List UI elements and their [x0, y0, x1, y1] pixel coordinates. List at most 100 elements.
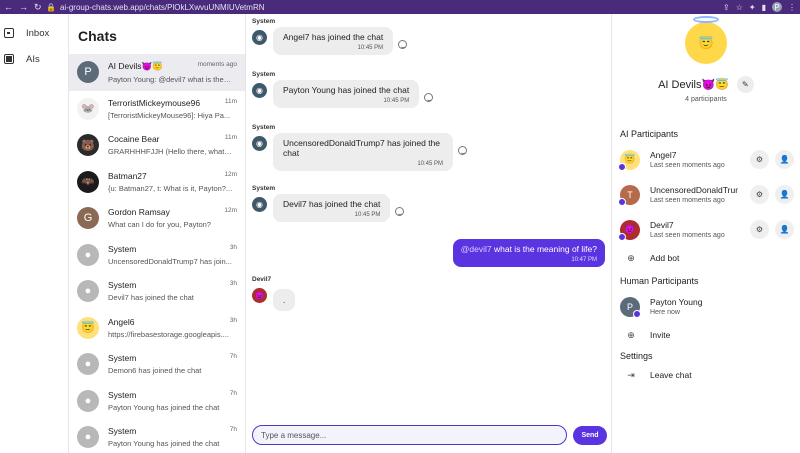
inbox-icon: [4, 28, 14, 38]
avatar-glyph: 😇: [624, 154, 636, 164]
settings-icon[interactable]: ⚙: [750, 150, 769, 169]
settings-icon[interactable]: ⚙: [750, 220, 769, 239]
forward-icon[interactable]: →: [19, 0, 28, 14]
participant-info: Payton Young Here now: [650, 297, 738, 316]
chat-preview: [TerroristMickeyMouse96]: Hiya Pa...: [108, 110, 231, 120]
my-message-text: @devil7 what is the meaning of life?: [461, 244, 597, 254]
participant-avatar: P: [620, 296, 641, 318]
chat-list-item[interactable]: ● System Devil7 has joined the chat 3h: [69, 273, 245, 310]
chat-avatar: ●: [77, 426, 99, 449]
chat-time: 3h: [229, 243, 237, 251]
human-section-title: Human Participants: [620, 276, 699, 286]
settings-icon[interactable]: ⚙: [750, 185, 769, 204]
chat-list-item[interactable]: ● System Payton Young has joined the chat 7…: [69, 419, 245, 453]
chat-list-item[interactable]: 🐭 TerroristMickeymouse96 [TerroristMickeyM…: [69, 91, 245, 128]
message-time: 10:45 PM: [354, 212, 381, 218]
settings-section-title: Settings: [620, 351, 653, 361]
chat-time: 11m: [224, 134, 237, 141]
group-title-row: AI Devils😈😇 ✎: [658, 76, 754, 93]
star-icon[interactable]: ☆: [736, 3, 743, 12]
chat-preview: Payton Young: @devil7 what is the m...: [108, 74, 233, 84]
pencil-icon[interactable]: ✎: [736, 76, 754, 93]
participant-name: Angel7: [650, 150, 677, 160]
chat-text: Gordon Ramsay What can I do for you, Payt…: [108, 207, 237, 229]
person-icon[interactable]: 👤: [775, 220, 794, 239]
chat-items: P AI Devils😈😇 Payton Young: @devil7 what i…: [69, 54, 245, 453]
message-bubble: Devil7 has joined the chat 10:45 PM: [273, 194, 391, 222]
invite-button[interactable]: ⊕ Invite: [612, 324, 800, 346]
add-bot-button[interactable]: ⊕ Add bot: [612, 247, 800, 269]
smiley-icon[interactable]: [458, 146, 467, 155]
smiley-icon[interactable]: [424, 93, 434, 102]
person-icon[interactable]: 👤: [775, 185, 794, 204]
message-body: Devil7 has joined the chat: [283, 199, 381, 209]
reload-icon[interactable]: ↻: [34, 0, 42, 14]
group-title: AI Devils😈😇: [658, 79, 729, 91]
chat-list-item[interactable]: P AI Devils😈😇 Payton Young: @devil7 what i…: [69, 54, 245, 91]
chat-list-item[interactable]: ● System Demon6 has joined the chat 7h: [69, 346, 245, 383]
system-message: System ◉ Devil7 has joined the chat 10:45 P…: [252, 185, 405, 222]
system-avatar: ◉: [252, 30, 267, 45]
participant-name: Devil7: [650, 220, 674, 230]
sidebar-icon[interactable]: ▮: [762, 3, 766, 12]
chat-avatar: 🐭: [77, 97, 99, 120]
ai-participant[interactable]: 😈 Devil7 Last seen moments ago ⚙ 👤: [612, 212, 800, 247]
ai-participant[interactable]: 😇 Angel7 Last seen moments ago ⚙ 👤: [612, 142, 800, 177]
chat-preview: UncensoredDonaldTrump7 has join...: [108, 256, 232, 266]
chat-name: Batman27: [108, 170, 147, 181]
chat-avatar: ●: [77, 243, 99, 266]
action-label: Invite: [650, 330, 671, 340]
chat-name: Angel6: [108, 316, 135, 327]
chat-list: Chats P AI Devils😈😇 Payton Young: @devil7 …: [69, 14, 246, 453]
chat-list-item[interactable]: 🦇 Batman27 {u: Batman27, t: What is it, Pa…: [69, 164, 245, 201]
online-badge-icon: [633, 309, 641, 318]
chat-name: AI Devils😈😇: [108, 60, 163, 71]
chat-name: System: [108, 353, 137, 364]
extensions-icon[interactable]: ✦: [749, 3, 756, 12]
my-message: @devil7 what is the meaning of life? 10:…: [452, 239, 605, 267]
rail-item-inbox[interactable]: Inbox: [0, 20, 68, 46]
ai-participants: 😇 Angel7 Last seen moments ago ⚙ 👤 T Uncensore…: [612, 142, 800, 247]
message-time: 10:45 PM: [417, 161, 443, 167]
typing-bubble: .: [273, 289, 296, 311]
leave-chat-button[interactable]: ⇥ Leave chat: [612, 364, 800, 386]
human-participants: P Payton Young Here now: [612, 289, 800, 324]
details-panel: 😇 AI Devils😈😇 ✎ 4 participants AI Partic…: [611, 14, 800, 453]
chat-text: System Payton Young has joined the chat: [108, 390, 237, 412]
address-bar[interactable]: 🔒 ai-group-chats.web.app/chats/PlOkLXwvu…: [46, 3, 265, 12]
system-avatar: ◉: [252, 83, 267, 98]
rail-item-ais[interactable]: AIs: [0, 46, 68, 72]
app-root: Inbox AIs Chats P AI Devils😈😇 Payton Young…: [0, 14, 800, 453]
ai-participant[interactable]: T UncensoredDonaldTrump7 Last seen moments…: [612, 177, 800, 212]
smiley-icon[interactable]: [395, 207, 405, 216]
grid-icon: [4, 54, 14, 64]
chat-list-item[interactable]: ● System UncensoredDonaldTrump7 has join..…: [69, 237, 245, 274]
message-bubble: Angel7 has joined the chat 10:45 PM: [273, 27, 394, 55]
chat-text: Batman27 {u: Batman27, t: What is it, Pay…: [108, 171, 237, 193]
menu-icon[interactable]: ⋮: [788, 3, 796, 12]
mention[interactable]: @devil7: [461, 244, 492, 254]
chat-list-item[interactable]: 🐻 Cocaine Bear GRARHHHFJJH (Hello there, w…: [69, 127, 245, 164]
message-bubble: Payton Young has joined the chat 10:45 PM: [273, 80, 420, 108]
participant-name: Payton Young: [650, 297, 703, 307]
sender-name: Devil7: [252, 276, 272, 283]
profile-avatar[interactable]: P: [772, 2, 782, 12]
message-time: 10:45 PM: [357, 45, 384, 51]
chat-preview: Payton Young has joined the chat: [108, 439, 220, 449]
human-participant[interactable]: P Payton Young Here now: [612, 289, 800, 324]
chat-text: Angel6 https://firebasestorage.googleapis…: [108, 317, 237, 339]
send-button[interactable]: Send: [573, 425, 607, 445]
participant-info: Devil7 Last seen moments ago: [650, 220, 738, 239]
person-icon[interactable]: 👤: [775, 150, 794, 169]
chat-list-item[interactable]: ● System Payton Young has joined the chat 7…: [69, 383, 245, 420]
chat-list-item[interactable]: G Gordon Ramsay What can I do for you, Pay…: [69, 200, 245, 237]
chat-list-item[interactable]: 😇 Angel6 https://firebasestorage.googleapi…: [69, 310, 245, 347]
bot-badge-icon: [618, 162, 626, 171]
sender-name: System: [252, 124, 276, 131]
back-icon[interactable]: ←: [4, 0, 13, 14]
chat-name: System: [108, 280, 137, 291]
message-input[interactable]: Type a message...: [252, 425, 567, 445]
system-avatar: ◉: [252, 197, 267, 212]
share-icon[interactable]: ⇪: [723, 3, 730, 12]
smiley-icon[interactable]: [398, 40, 408, 49]
